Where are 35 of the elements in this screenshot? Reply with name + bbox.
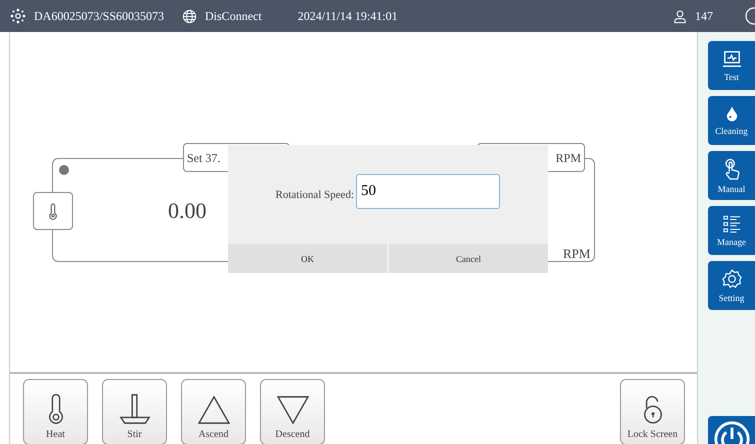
device-id: DA60025073/SS60035073 (34, 8, 164, 24)
ascend-button[interactable]: Ascend (181, 379, 246, 444)
settings-icon (722, 268, 742, 288)
unlocked-padlock-icon (642, 395, 664, 425)
sidebar-item[interactable]: Test (708, 41, 755, 90)
lock-screen-button[interactable]: Lock Screen (620, 379, 685, 444)
speed-field[interactable]: 50 (356, 174, 500, 209)
status-dot (59, 165, 69, 175)
up-triangle-icon (196, 395, 232, 425)
heat-button[interactable]: Heat (23, 379, 88, 444)
user-icon (673, 8, 687, 24)
descend-button[interactable]: Descend (260, 379, 325, 444)
stir-button[interactable]: Stir (102, 379, 167, 444)
sidebar-item[interactable]: Setting (708, 261, 755, 310)
field-label: Rotational Speed: (275, 188, 354, 200)
network-icon (10, 8, 26, 24)
connection-status: DisConnect (205, 8, 262, 24)
user-count: 147 (695, 8, 713, 24)
sidebar-item[interactable]: Manual (708, 151, 755, 200)
down-triangle-icon (274, 395, 310, 425)
dialog-button[interactable]: OK (228, 244, 387, 273)
unit-label: RPM (563, 246, 590, 262)
sidebar-item[interactable]: Cleaning (708, 96, 755, 145)
globe-icon (182, 8, 198, 24)
dialog-button[interactable]: Cancel (389, 244, 548, 273)
temperature-value: 0.00 (168, 198, 206, 224)
drop-icon (726, 105, 738, 122)
stirrer-icon (118, 393, 152, 425)
thermometer-icon (46, 393, 64, 425)
date-time: 2024/11/14 19:41:01 (298, 8, 398, 24)
sidebar-item[interactable]: Manage (708, 206, 755, 255)
list-icon (722, 214, 740, 232)
thermometer-icon (48, 202, 58, 220)
thermometer-button[interactable] (33, 192, 73, 230)
monitor-icon (722, 50, 742, 68)
